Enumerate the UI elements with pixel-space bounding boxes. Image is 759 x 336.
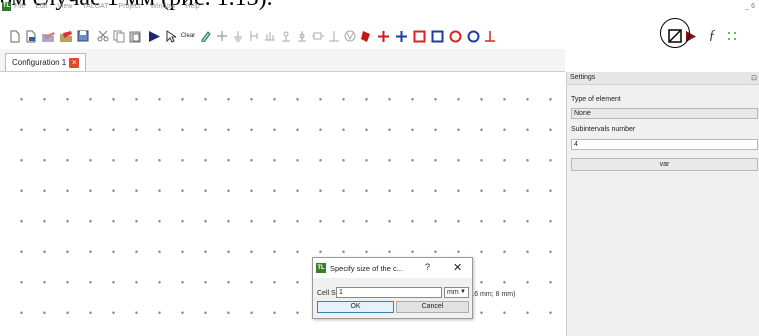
ground-red-icon[interactable] — [483, 23, 497, 49]
var-button[interactable]: var — [571, 158, 758, 171]
chevron-down-icon: ▼ — [460, 289, 466, 295]
talgat-app-window: ом случае 1 мм (рис. 1.13). TL File Edit… — [0, 0, 759, 336]
settings-panel: Settings ⊡ Type of element None Subinter… — [566, 72, 759, 336]
run-icon[interactable] — [146, 23, 162, 49]
subintervals-number-field[interactable]: 4 — [571, 139, 758, 150]
toolbar: Clear ƒ — [0, 23, 759, 49]
highlight-circle-annotation — [660, 18, 690, 48]
add-perpendicular-icon[interactable] — [327, 23, 341, 49]
menu-project[interactable]: Project — [119, 3, 141, 10]
add-voltage-icon[interactable] — [343, 23, 357, 49]
fill-icon[interactable] — [359, 23, 373, 49]
plus-red-icon[interactable] — [375, 23, 391, 49]
help-icon[interactable]: ? — [425, 262, 430, 272]
plus-blue-icon[interactable] — [393, 23, 409, 49]
unit-select[interactable]: mm ▼ — [444, 287, 469, 298]
cell-size-dialog: TL Specify size of the c... ? ✕ Cell Siz… — [312, 257, 473, 319]
function-icon[interactable]: ƒ — [706, 23, 718, 49]
menu-edit[interactable]: Edit — [35, 3, 47, 10]
dialog-body: Cell Size 1 mm ▼ OK Cancel — [313, 278, 472, 318]
drawing-canvas-grid[interactable]: (16 mm; 8 mm) — [0, 72, 565, 336]
type-of-element-field[interactable]: None — [571, 108, 758, 119]
circle-red-icon[interactable] — [447, 23, 463, 49]
cursor-coordinate-label: (16 mm; 8 mm) — [468, 291, 516, 298]
dialog-title: Specify size of the c... — [330, 264, 403, 273]
menu-file[interactable]: File — [14, 3, 25, 10]
dialog-titlebar: TL Specify size of the c... ? ✕ — [313, 258, 472, 278]
menu-help[interactable]: Help — [185, 3, 199, 10]
dialog-app-icon: TL — [316, 263, 326, 273]
add-conductor-icon[interactable] — [215, 23, 229, 49]
circle-blue-icon[interactable] — [465, 23, 481, 49]
unit-value: mm — [447, 289, 459, 296]
new-python-file-icon[interactable] — [24, 23, 38, 49]
settings-header: Settings ⊡ — [567, 72, 759, 85]
edit-icon[interactable] — [199, 23, 213, 49]
menu-talgat[interactable]: TALGAT — [82, 3, 108, 10]
settings-title: Settings — [570, 74, 596, 81]
menubar: TL File Edit View TALGAT Project Window … — [0, 0, 759, 14]
subintervals-number-label: Subintervals number — [571, 126, 636, 133]
grid-icon[interactable] — [726, 23, 738, 49]
tab-bar: Configuration 1 × — [0, 49, 565, 72]
add-node-icon[interactable] — [279, 23, 293, 49]
new-file-icon[interactable] — [8, 23, 22, 49]
open-folder-icon[interactable] — [58, 23, 74, 49]
add-boundary-icon[interactable] — [295, 23, 309, 49]
type-of-element-label: Type of element — [571, 96, 621, 103]
tab-close-icon[interactable]: × — [69, 57, 80, 68]
menu-items: File Edit View TALGAT Project Window Hel… — [14, 3, 200, 10]
tab-label: Configuration 1 — [12, 58, 67, 67]
open-icon[interactable] — [40, 23, 56, 49]
add-port-icon[interactable] — [311, 23, 325, 49]
rect-red-icon[interactable] — [411, 23, 427, 49]
cut-icon[interactable] — [96, 23, 110, 49]
select-pointer-icon[interactable] — [163, 23, 177, 49]
paste-icon[interactable] — [128, 23, 142, 49]
menu-window[interactable]: Window — [150, 3, 175, 10]
app-logo-icon: TL — [2, 2, 11, 11]
close-icon[interactable]: ✕ — [453, 261, 462, 274]
rect-blue-icon[interactable] — [429, 23, 445, 49]
window-controls[interactable]: _ 6 — [745, 3, 755, 10]
save-icon[interactable] — [76, 23, 90, 49]
ok-button[interactable]: OK — [317, 301, 394, 313]
menu-view[interactable]: View — [57, 3, 72, 10]
pin-icon[interactable]: ⊡ — [751, 74, 757, 82]
copy-icon[interactable] — [112, 23, 126, 49]
clear-icon[interactable]: Clear — [179, 23, 197, 49]
add-ground-icon[interactable] — [231, 23, 245, 49]
tab-configuration-1[interactable]: Configuration 1 × — [5, 53, 87, 71]
cell-size-input[interactable]: 1 — [336, 287, 442, 298]
add-dielectric-icon[interactable] — [247, 23, 261, 49]
add-mesh-icon[interactable] — [263, 23, 277, 49]
cancel-button[interactable]: Cancel — [396, 301, 469, 313]
